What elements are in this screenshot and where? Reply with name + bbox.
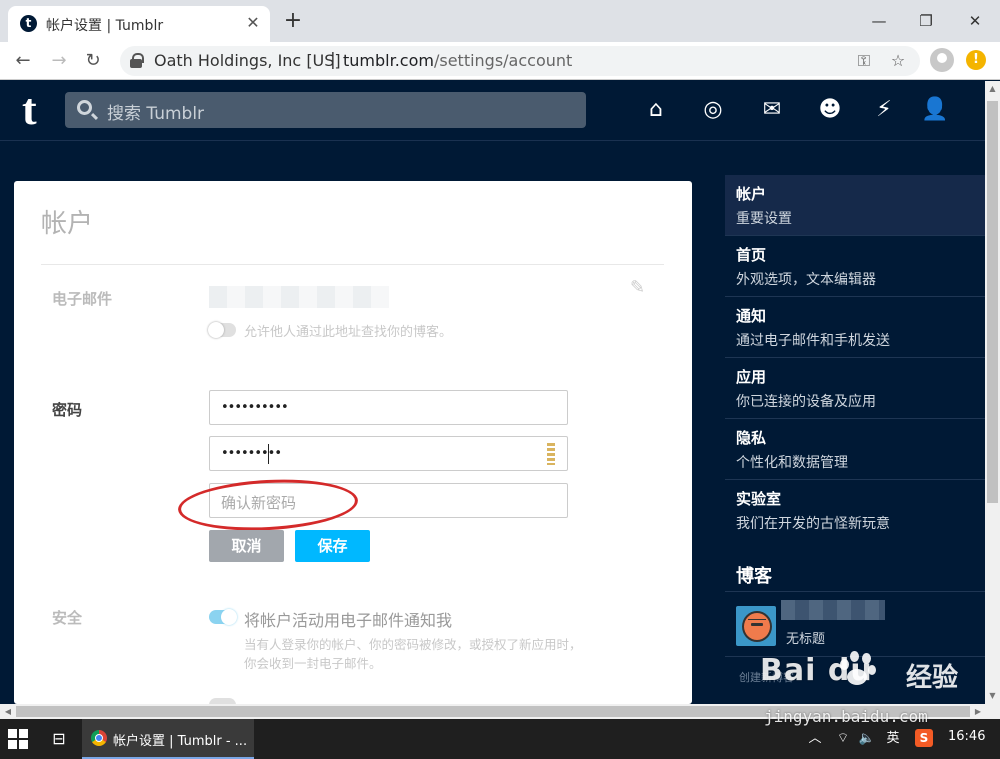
blog-url-redacted <box>781 600 885 620</box>
account-icon[interactable]: 👤 <box>920 95 950 125</box>
explore-icon[interactable]: ◎ <box>698 95 728 125</box>
vertical-scroll-thumb[interactable] <box>987 101 998 503</box>
home-icon[interactable]: ⌂ <box>641 95 671 125</box>
red-annotation-ellipse <box>176 475 360 535</box>
address-bar[interactable]: Oath Holdings, Inc [US] | tumblr.com/set… <box>120 46 920 76</box>
account-settings-card: 帐户 电子邮件 ✎ 允许他人通过此地址查找你的博客。 密码 ••••••••••… <box>14 181 692 704</box>
tab-close-icon[interactable]: ✕ <box>242 12 264 34</box>
scroll-right-icon[interactable]: ▶ <box>970 704 986 719</box>
new-password-value: ••••••••• <box>221 446 282 461</box>
edit-pencil-icon[interactable]: ✎ <box>630 277 645 298</box>
sidebar-item-title: 应用 <box>736 368 767 386</box>
search-icon <box>77 100 92 115</box>
blog-avatar[interactable] <box>736 606 776 646</box>
sidebar-item-title: 通知 <box>736 307 767 325</box>
url-path: /settings/account <box>433 51 573 70</box>
back-button[interactable]: ← <box>10 48 36 74</box>
browser-tab-active[interactable]: t 帐户设置 | Tumblr ✕ <box>8 6 270 42</box>
update-alert-icon[interactable]: ! <box>966 50 986 70</box>
tab-title: 帐户设置 | Tumblr <box>46 18 164 34</box>
sidebar-item-subtitle: 重要设置 <box>736 211 792 227</box>
sidebar-item-subtitle: 外观选项，文本编辑器 <box>736 272 876 288</box>
activity-icon[interactable]: ⚡ <box>869 95 899 125</box>
url-text: tumblr.com/settings/account <box>343 51 572 70</box>
security-hint-line1: 当有人登录你的帐户、你的密码被修改，或授权了新应用时， <box>244 637 582 652</box>
lock-icon[interactable] <box>130 53 144 68</box>
forward-button[interactable]: → <box>46 48 72 74</box>
sidebar-item-notifications[interactable]: 通知 通过电子邮件和手机发送 <box>725 297 985 358</box>
security-email-toggle[interactable] <box>209 609 237 625</box>
search-input[interactable]: 搜索 Tumblr <box>65 92 586 128</box>
sidebar-item-subtitle: 你已连接的设备及应用 <box>736 394 876 410</box>
new-tab-button[interactable]: + <box>280 8 306 34</box>
current-password-field[interactable]: •••••••••• <box>209 390 568 425</box>
taskbar-app-label: 帐户设置 | Tumblr - ... <box>113 734 248 749</box>
security-hint-line2: 你会收到一封电子邮件。 <box>244 656 382 671</box>
sidebar-item-title: 实验室 <box>736 490 782 508</box>
bookmark-star-icon[interactable]: ☆ <box>888 51 908 71</box>
email-value-redacted <box>209 286 389 308</box>
sidebar-item-subtitle: 通过电子邮件和手机发送 <box>736 333 890 349</box>
divider <box>725 591 985 592</box>
tumblr-favicon-icon: t <box>20 15 37 32</box>
url-host: tumblr.com <box>343 51 434 70</box>
security-toggle-text: 将帐户活动用电子邮件通知我 <box>244 611 453 630</box>
sidebar-item-dashboard[interactable]: 首页 外观选项，文本编辑器 <box>725 236 985 297</box>
scroll-left-icon[interactable]: ◀ <box>0 704 16 719</box>
certificate-org: Oath Holdings, Inc [US] <box>154 51 341 70</box>
vertical-scrollbar[interactable]: ▲ ▼ <box>985 81 1000 704</box>
taskbar-chrome-app[interactable]: 帐户设置 | Tumblr - ... <box>82 719 254 759</box>
tumblr-header: t 搜索 Tumblr ⌂ ◎ ✉ ☻ ⚡ 👤 <box>0 81 985 141</box>
sidebar-item-privacy[interactable]: 隐私 个性化和数据管理 <box>725 419 985 480</box>
email-toggle-hint: 允许他人通过此地址查找你的博客。 <box>244 325 453 340</box>
watermark-url: jingyan.baidu.com <box>764 707 928 726</box>
page-title: 帐户 <box>41 209 94 239</box>
text-caret <box>268 444 269 464</box>
inbox-icon[interactable]: ✉ <box>757 95 787 125</box>
task-view-icon[interactable]: ⊟ <box>48 728 70 750</box>
email-findable-toggle[interactable] <box>208 322 236 338</box>
windows-start-icon[interactable] <box>8 729 28 749</box>
search-placeholder: 搜索 Tumblr <box>107 104 205 124</box>
sidebar-item-title: 帐户 <box>736 185 767 203</box>
save-button[interactable]: 保存 <box>295 530 370 562</box>
reload-button[interactable]: ↻ <box>80 48 106 74</box>
sidebar-item-subtitle: 个性化和数据管理 <box>736 455 848 471</box>
sidebar-item-account[interactable]: 帐户 重要设置 <box>725 175 985 236</box>
new-password-field[interactable]: ••••••••• <box>209 436 568 471</box>
sidebar-item-title: 首页 <box>736 246 767 264</box>
settings-sidebar: 帐户 重要设置 首页 外观选项，文本编辑器 通知 通过电子邮件和手机发送 应用 … <box>725 175 985 704</box>
cancel-button[interactable]: 取消 <box>209 530 284 562</box>
minimize-button[interactable]: — <box>864 8 894 34</box>
divider <box>41 264 664 265</box>
chrome-icon <box>91 730 107 746</box>
password-label: 密码 <box>52 401 83 419</box>
password-strength-icon <box>547 443 555 465</box>
tumblr-logo[interactable]: t <box>22 85 37 135</box>
maximize-button[interactable]: ❐ <box>911 8 941 34</box>
baidu-paw-icon <box>838 649 878 689</box>
messaging-icon[interactable]: ☻ <box>815 95 845 125</box>
watermark-sub: 经验 <box>906 663 959 693</box>
current-password-value: •••••••••• <box>221 400 289 415</box>
key-icon[interactable]: ⚿ <box>854 51 874 71</box>
baidu-watermark: Bai du 经验 jingyan.baidu.com <box>760 645 960 740</box>
close-window-button[interactable]: ✕ <box>960 8 990 34</box>
security-label: 安全 <box>52 609 83 627</box>
browser-toolbar: ← → ↻ Oath Holdings, Inc [US] | tumblr.c… <box>0 42 1000 80</box>
blogs-heading: 博客 <box>736 566 772 587</box>
url-separator: | <box>330 50 336 70</box>
sidebar-item-labs[interactable]: 实验室 我们在开发的古怪新玩意 <box>725 480 985 541</box>
scroll-up-icon[interactable]: ▲ <box>985 81 1000 97</box>
sidebar-item-title: 隐私 <box>736 429 767 447</box>
sidebar-item-apps[interactable]: 应用 你已连接的设备及应用 <box>725 358 985 419</box>
browser-tabstrip: t 帐户设置 | Tumblr ✕ + — ❐ ✕ <box>0 0 1000 42</box>
sidebar-item-subtitle: 我们在开发的古怪新玩意 <box>736 516 890 532</box>
profile-avatar-icon[interactable] <box>930 48 954 72</box>
scroll-down-icon[interactable]: ▼ <box>985 688 1000 704</box>
email-label: 电子邮件 <box>52 290 113 308</box>
